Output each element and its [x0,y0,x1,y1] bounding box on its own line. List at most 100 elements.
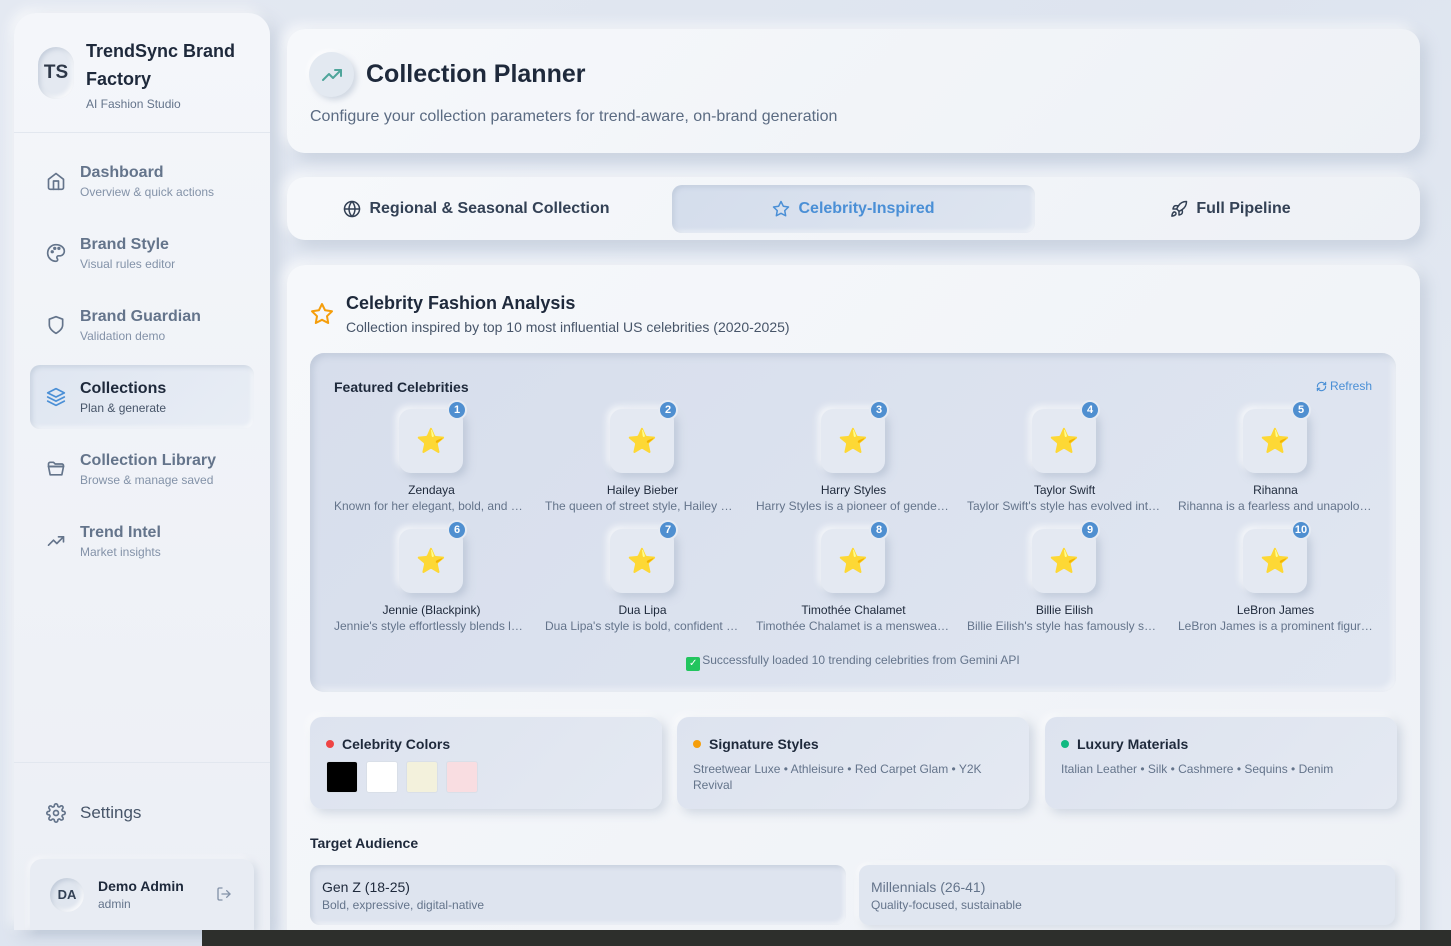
user-card: DA Demo Admin admin [30,859,254,930]
celebrity-name: Dua Lipa [618,603,667,617]
celebrity-card[interactable]: ⭐ 7 Dua Lipa Dua Lipa's style is bold, conf… [545,520,745,649]
status-dot [693,740,701,748]
celebrity-desc: Taylor Swift's style has evolved into cl… [967,499,1162,513]
section-subtitle: Collection inspired by top 10 most influ… [346,319,790,335]
celebrity-desc: Billie Eilish's style has famously shift… [967,619,1162,633]
celebrity-name: Harry Styles [820,483,887,497]
card-body: Streetwear Luxe • Athleisure • Red Carpe… [693,762,982,792]
tab-full-pipeline[interactable]: Full Pipeline [1049,185,1412,233]
sidebar-item-brand-style[interactable]: Brand Style Visual rules editor [30,221,254,285]
page-header: Collection Planner Configure your collec… [287,29,1420,153]
celebrity-name: Timothée Chalamet [801,603,906,617]
celebrity-name: Jennie (Blackpink) [382,603,481,617]
featured-title: Featured Celebrities [334,379,469,395]
status-text: Successfully loaded 10 trending celebrit… [702,653,1020,667]
card-body: Italian Leather • Silk • Cashmere • Sequ… [1061,762,1334,776]
celebrity-name: Zendaya [408,483,455,497]
sidebar-item-label: Brand Style [80,235,169,253]
luxury-materials-card: Luxury Materials Italian Leather • Silk … [1045,717,1397,809]
card-title: Signature Styles [709,736,819,752]
status-message: ✓ Successfully loaded 10 trending celebri… [310,653,1396,671]
celebrity-card[interactable]: ⭐ 1 Zendaya Known for her elegant, bold, an… [334,400,534,529]
celebrity-card[interactable]: ⭐ 5 Rihanna Rihanna is a fearless and unapo… [1178,400,1378,529]
sidebar-item-label: Trend Intel [80,523,161,541]
sidebar-item-sub: Overview & quick actions [80,184,215,199]
celebrity-desc: Harry Styles is a pioneer of gender-flui… [756,499,951,513]
sidebar-item-collections[interactable]: Collections Plan & generate [30,365,254,429]
brand-logo: TS [38,47,74,99]
celebrity-card[interactable]: ⭐ 8 Timothée Chalamet Timothée Chalamet is … [756,520,956,649]
user-role: admin [98,897,131,911]
folder-icon [47,461,65,476]
sidebar-item-sub: Browse & manage saved [80,472,214,487]
check-icon: ✓ [686,657,701,671]
signature-styles-card: Signature Styles Streetwear Luxe • Athle… [677,717,1029,809]
status-dot [326,740,334,748]
card-title: Luxury Materials [1077,736,1189,752]
tab-regional-seasonal[interactable]: Regional & Seasonal Collection [295,185,658,233]
sidebar-item-collection-library[interactable]: Collection Library Browse & manage saved [30,437,254,501]
tab-label: Full Pipeline [1196,199,1291,217]
sidebar-item-sub: Market insights [80,544,161,559]
rank-badge: 4 [1080,400,1100,420]
refresh-button[interactable]: Refresh [1316,379,1372,393]
target-audience-label: Target Audience [310,835,419,851]
user-name: Demo Admin [98,878,184,894]
celebrity-colors-card: Celebrity Colors [310,717,662,809]
sidebar-item-label: Collection Library [80,451,217,469]
audience-option-millennials[interactable]: Millennials (26-41) Quality-focused, sus… [859,865,1395,925]
page-title: Collection Planner [366,60,586,88]
taskbar [202,930,1451,946]
celebrity-name: Billie Eilish [1035,603,1094,617]
sidebar-item-brand-guardian[interactable]: Brand Guardian Validation demo [30,293,254,357]
celebrity-card[interactable]: ⭐ 10 LeBron James LeBron James is a promine… [1178,520,1378,649]
celebrity-analysis-panel: Celebrity Fashion Analysis Collection in… [287,265,1420,946]
celebrity-card[interactable]: ⭐ 4 Taylor Swift Taylor Swift's style has e… [967,400,1167,529]
sidebar-item-trend-intel[interactable]: Trend Intel Market insights [30,509,254,573]
sidebar-item-label: Brand Guardian [80,307,201,325]
section-title: Celebrity Fashion Analysis [346,293,576,313]
sidebar-item-settings[interactable]: Settings [14,762,270,842]
sidebar-item-label: Collections [80,379,167,397]
logout-icon[interactable] [216,886,232,902]
celebrity-desc: Known for her elegant, bold, and experim… [334,499,529,513]
sidebar-item-sub: Validation demo [80,328,166,343]
settings-label: Settings [80,802,142,822]
status-dot [1061,740,1069,748]
brand-title: TrendSync Brand Factory [86,41,236,89]
audience-name: Gen Z (18-25) [322,879,410,895]
celebrity-card[interactable]: ⭐ 6 Jennie (Blackpink) Jennie's style effor… [334,520,534,649]
palette-icon [46,243,66,263]
celebrity-desc: Dua Lipa's style is bold, confident and … [545,619,740,633]
tab-label: Celebrity-Inspired [798,199,935,217]
shield-icon [48,315,64,335]
star-icon [311,303,333,324]
refresh-icon [1316,381,1327,391]
audience-option-gen-z[interactable]: Gen Z (18-25) Bold, expressive, digital-… [310,865,846,925]
color-swatch[interactable] [326,761,358,793]
celebrity-desc: Timothée Chalamet is a menswear icon [756,619,951,633]
celebrity-name: Hailey Bieber [606,483,679,497]
color-swatch[interactable] [366,761,398,793]
rank-badge: 2 [658,400,678,420]
sidebar: TS TrendSync Brand Factory AI Fashion St… [14,13,270,930]
audience-desc: Bold, expressive, digital-native [322,898,485,912]
sidebar-item-label: Dashboard [80,163,164,181]
rank-badge: 5 [1291,400,1311,420]
home-icon [47,172,65,191]
celebrity-name: LeBron James [1236,603,1315,617]
trend-icon [47,536,65,546]
color-swatch[interactable] [406,761,438,793]
tab-label: Regional & Seasonal Collection [369,199,610,217]
tab-celebrity-inspired[interactable]: Celebrity-Inspired [672,184,1035,233]
sidebar-item-dashboard[interactable]: Dashboard Overview & quick actions [30,149,254,213]
celebrity-card[interactable]: ⭐ 9 Billie Eilish Billie Eilish's style has… [967,520,1167,649]
sidebar-nav: Dashboard Overview & quick actions Brand … [14,133,270,597]
celebrity-card[interactable]: ⭐ 3 Harry Styles Harry Styles is a pioneer … [756,400,956,529]
color-swatches [326,761,486,793]
color-swatch[interactable] [446,761,478,793]
rank-badge: 1 [447,400,467,420]
celebrity-card[interactable]: ⭐ 2 Hailey Bieber The queen of street style… [545,400,745,529]
celebrity-name: Taylor Swift [1033,483,1096,497]
layers-icon [46,387,66,407]
